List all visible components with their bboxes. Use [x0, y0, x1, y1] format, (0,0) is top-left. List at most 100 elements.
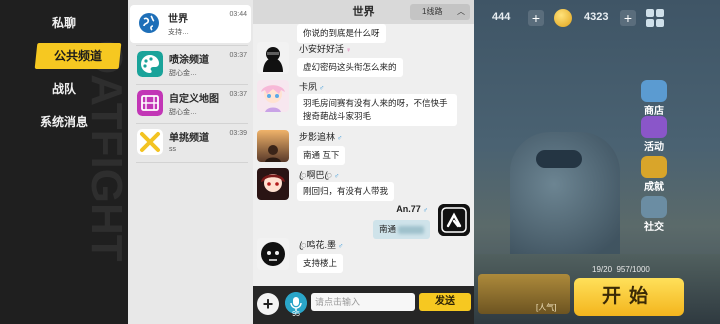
channel-time: 03:37	[229, 91, 247, 98]
add-diamond-button[interactable]: +	[528, 10, 544, 26]
avatar[interactable]	[257, 80, 289, 112]
nav-label: 私聊	[51, 16, 76, 30]
male-icon: ♂	[333, 173, 340, 180]
palette-icon	[137, 51, 163, 77]
send-button[interactable]: 发送	[419, 293, 471, 311]
chat-message-self: An.77 ♂ 南通	[257, 204, 472, 240]
chat-message: 小安好好活 ♀ 虚幻密码这头衔怎么来的	[257, 42, 472, 78]
channel-name: 单挑频道	[169, 133, 209, 144]
social-label: 社交	[644, 222, 664, 233]
channel-time: 03:39	[229, 130, 247, 137]
avatar[interactable]	[257, 42, 289, 74]
message-bubble: 你说的到底是什么呀	[297, 24, 386, 43]
male-icon: ♂	[319, 85, 325, 92]
message-bubble: 羽毛房间赛有没有人来的呀，不信快手搜奇葩战斗家羽毛	[297, 94, 457, 126]
sender-name: 小安好好活 ♀	[299, 42, 351, 55]
shop-label: 商店	[644, 106, 664, 117]
channel-name: 喷涂频道	[169, 55, 209, 66]
start-button[interactable]: 开始	[574, 278, 684, 316]
chevron-up-icon: ︿	[457, 7, 465, 16]
event-label: 活动	[644, 142, 664, 153]
level-progress: 19/20	[592, 265, 613, 274]
sender-label: 卡夙	[299, 82, 318, 92]
chat-input-bar: + 95 发送	[253, 286, 474, 324]
achievement-button[interactable]: 成就	[634, 156, 674, 193]
male-icon: ♂	[422, 207, 428, 214]
map-icon	[137, 90, 163, 116]
line-selector[interactable]: 1线路 ︿	[410, 4, 470, 20]
message-bubble: 南通 互下	[297, 146, 346, 165]
chat-input[interactable]	[311, 293, 415, 311]
social-icon	[641, 196, 667, 218]
nav-label: 战队	[51, 82, 76, 96]
globe-icon	[136, 10, 162, 36]
avatar[interactable]	[257, 238, 289, 270]
sender-label: ꦿ啊巴ꦿ	[299, 170, 332, 180]
line-selector-value: 1线路	[422, 7, 443, 16]
sender-label: ꦿ鸣花.墨	[299, 240, 336, 250]
chat-message: ꦿ啊巴ꦿ ♂ 刚回归，有没有人带我	[257, 168, 472, 204]
event-icon	[641, 116, 667, 138]
nav-system-messages[interactable]: 系统消息	[0, 109, 128, 135]
achievement-label: 成就	[644, 182, 664, 193]
female-icon: ♀	[346, 47, 352, 54]
coin-count: 4323	[584, 11, 609, 23]
top-hud: 444 + 4323 +	[474, 6, 720, 30]
chat-message: 步影追林 ♂ 南通 互下	[257, 130, 472, 166]
chat-panel: 你说的到底是什么呀 小安好好活 ♀ 虚幻密码这头衔怎么来的 卡夙 ♂ 羽毛房间赛有没…	[253, 0, 474, 324]
message-bubble: 刚回归，有没有人带我	[297, 182, 395, 201]
robot-visor	[536, 150, 582, 168]
nav-label: 系统消息	[39, 115, 88, 129]
left-nav: QATFIGHT 私聊 公共频道 战队 系统消息	[0, 0, 128, 324]
avatar[interactable]	[438, 204, 470, 236]
channel-spray[interactable]: 喷涂频道 03:37 甜心金…	[131, 46, 251, 84]
nav-label: 公共频道	[53, 49, 102, 63]
chat-header: 世界 1线路 ︿	[253, 0, 474, 24]
level-info: 19/20 957/1000	[592, 265, 650, 274]
chat-message: ꦿ鸣花.墨 ♂ 支持楼上	[257, 238, 472, 274]
nav-team[interactable]: 战队	[0, 76, 128, 102]
add-coin-button[interactable]: +	[620, 10, 636, 26]
sender-name: 步影追林 ♂	[299, 130, 342, 143]
avatar[interactable]	[257, 130, 289, 162]
channel-custom-map[interactable]: 自定义地图 03:37 甜心金…	[131, 85, 251, 123]
nav-private-chat[interactable]: 私聊	[0, 10, 128, 36]
social-button[interactable]: 社交	[634, 196, 674, 233]
divider	[136, 162, 248, 163]
message-text: 南通	[378, 224, 396, 234]
message-bubble: 虚幻密码这头衔怎么来的	[297, 58, 403, 77]
channel-time: 03:44	[229, 11, 247, 18]
chat-message: 卡夙 ♂ 羽毛房间赛有没有人来的呀，不信快手搜奇葩战斗家羽毛	[257, 80, 472, 128]
nav-public-channel[interactable]: 公共频道	[34, 43, 122, 69]
voice-count: 95	[292, 311, 300, 318]
channel-preview: 甜心金…	[169, 70, 197, 77]
channel-preview: 支持…	[168, 29, 189, 36]
level-exp: 957/1000	[616, 265, 650, 274]
channel-preview: ss	[169, 146, 176, 153]
redacted-text	[398, 225, 424, 234]
grid-menu-icon[interactable]	[646, 9, 664, 27]
channel-name: 自定义地图	[169, 94, 219, 105]
crossed-swords-icon	[137, 129, 163, 155]
male-icon: ♂	[337, 135, 343, 142]
channel-name: 世界	[168, 14, 188, 25]
channel-world[interactable]: 世界 03:44 支持…	[130, 5, 251, 43]
sender-label: 步影追林	[299, 132, 336, 142]
shop-button[interactable]: 商店	[634, 80, 674, 117]
channel-time: 03:37	[229, 52, 247, 59]
channel-list: 世界 03:44 支持… 喷涂频道 03:37 甜心金… 自定义地图 03:37…	[128, 0, 253, 324]
trophy-icon	[641, 156, 667, 178]
shop-icon	[641, 80, 667, 102]
message-bubble: 南通	[372, 220, 430, 239]
diamond-count: 444	[492, 11, 511, 23]
male-icon: ♂	[338, 243, 344, 250]
add-button[interactable]: +	[257, 293, 279, 315]
sender-label: An.77	[396, 204, 421, 214]
channel-duel[interactable]: 单挑频道 03:39 ss	[131, 124, 251, 162]
event-button[interactable]: 活动	[634, 116, 674, 153]
sender-label: 小安好好活	[299, 44, 345, 54]
message-bubble: 支持楼上	[297, 254, 344, 273]
avatar[interactable]	[257, 168, 289, 200]
popularity-label: [人气]	[536, 303, 557, 312]
coin-icon	[554, 9, 572, 27]
